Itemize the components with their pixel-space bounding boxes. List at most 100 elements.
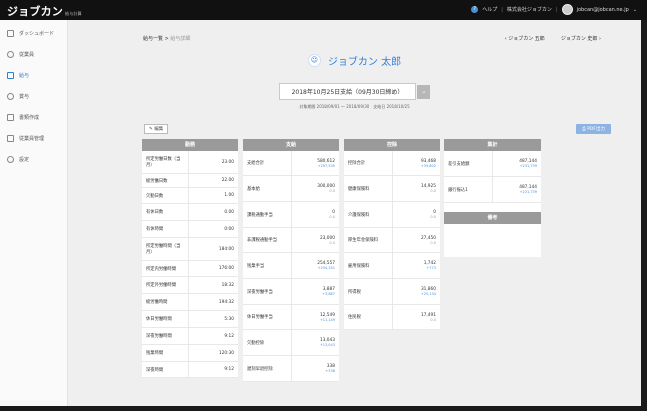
app-logo[interactable]: ジョブカン 給与計算 — [7, 3, 82, 19]
table-row: 健康保険料 14,925 0.0 — [344, 176, 440, 202]
row-value: 254,557 +254,251 — [292, 253, 339, 278]
sidebar-item-label: 賞与 — [19, 94, 30, 100]
row-value: 0:00 — [224, 226, 234, 232]
user-email[interactable]: jobcan@jobcan.ne.jp — [577, 7, 629, 13]
payment-section: 支給 支給合計 580,612 +297,535 基本給 300,000 0.0 課税通… — [243, 139, 339, 382]
logo-text: ジョブカン — [7, 5, 63, 18]
row-value: 0 0.0 — [393, 202, 440, 227]
row-label: 非課税通勤手当 — [243, 228, 292, 252]
row-label: 住民税 — [344, 305, 393, 329]
employee-nav: ‹ ジョブカン 五郎 ジョブカン 史郎 › — [505, 35, 601, 42]
chevron-down-icon[interactable]: ⌄ — [633, 7, 637, 13]
sidebar-item-salary[interactable]: 給与 — [0, 65, 67, 86]
sidebar-item-label: 従業員管理 — [19, 136, 45, 142]
next-employee-link[interactable]: ジョブカン 史郎 › — [561, 35, 601, 42]
row-value: 17,491 0.0 — [393, 305, 440, 329]
table-row: 控除合計 93,468 +35,802 — [344, 151, 440, 176]
help-icon[interactable]: ? — [471, 6, 479, 13]
row-label: 休日労働手当 — [243, 305, 292, 329]
table-row: 非課税通勤手当 23,000 0.0 — [243, 228, 339, 253]
gear-icon — [7, 156, 14, 163]
row-diff: +773 — [426, 266, 436, 270]
row-label: 厚生年金保険料 — [344, 228, 393, 252]
row-value: 3,887 +3,887 — [292, 279, 339, 304]
sidebar-item-employees[interactable]: 従業員 — [0, 44, 67, 65]
table-row: 基本給 300,000 0.0 — [243, 176, 339, 202]
table-row: 課税通勤手当 0 0.0 — [243, 202, 339, 228]
sidebar-item-dashboard[interactable]: ダッシュボード — [0, 23, 67, 44]
company-name[interactable]: 株式会社ジョブカン — [507, 6, 552, 13]
row-value: 338 +338 — [292, 356, 339, 381]
employee-header: ☺ ジョブカン 太郎 — [68, 53, 641, 68]
row-value: 1.00 — [224, 193, 234, 198]
pdf-export-button[interactable]: ⎙ PDF出力 — [576, 124, 611, 134]
row-label: 休日労働時間 — [142, 311, 189, 327]
row-label: 雇用保険料 — [344, 253, 393, 278]
row-value: 0 0.0 — [292, 202, 339, 227]
sidebar-item-label: 給与 — [19, 73, 30, 79]
row-value: 176:00 — [218, 266, 234, 271]
row-label: 欠勤控除 — [243, 330, 292, 355]
row-label: 総労働時間 — [142, 294, 189, 310]
row-value: 9:12 — [224, 333, 234, 339]
section-title: 集計 — [444, 139, 541, 151]
row-diff: +338 — [325, 369, 335, 373]
section-title: 控除 — [344, 139, 440, 151]
table-row: 所定内労働時間 176:00 — [142, 261, 238, 277]
main-content: 給与一覧 > 給与詳細 ‹ ジョブカン 五郎 ジョブカン 史郎 › ☺ ジョブカ… — [68, 20, 641, 411]
help-link[interactable]: ヘルプ — [482, 6, 497, 13]
row-value: 184:00 — [218, 246, 234, 252]
row-label: 基本給 — [243, 176, 292, 201]
remarks-title: 備考 — [444, 212, 541, 224]
prev-employee-link[interactable]: ‹ ジョブカン 五郎 — [505, 35, 545, 42]
row-diff: +35,802 — [420, 163, 436, 168]
chevron-down-icon[interactable]: ⌄ — [417, 84, 431, 99]
document-icon — [7, 72, 14, 79]
table-row: 銀行振込1 487,144 +231,739 — [444, 177, 541, 203]
sidebar-item-settings[interactable]: 設定 — [0, 149, 67, 170]
person-icon — [7, 51, 14, 58]
table-row: 欠勤日数 1.00 — [142, 188, 238, 204]
row-value: 120:30 — [218, 350, 234, 356]
section-title: 勤務 — [142, 139, 238, 151]
table-row: 深夜労働手当 3,887 +3,887 — [243, 279, 339, 305]
edit-button[interactable]: ✎ 編集 — [144, 124, 169, 134]
table-row: 深夜労働時間 9:12 — [142, 328, 238, 345]
sidebar-item-documents[interactable]: 書類作成 — [0, 107, 67, 128]
table-row: 介護保険料 0 0.0 — [344, 202, 440, 228]
row-value: 9:12 — [224, 367, 234, 372]
row-label: 課税通勤手当 — [243, 202, 292, 227]
sidebar: ダッシュボード 従業員 給与 賞与 書類作成 従業員管理 設定 — [0, 20, 68, 411]
table-row: 残業手当 254,557 +254,251 — [243, 253, 339, 279]
totals-section: 集計 差引支給額 487,144 +231,739 銀行振込1 487,144 +231… — [444, 139, 541, 257]
table-row: 有休日数 0.00 — [142, 204, 238, 221]
row-value: 27,450 0.0 — [393, 228, 440, 252]
row-diff: 0.0 — [430, 189, 436, 193]
row-label: 所定内労働時間 — [142, 261, 189, 276]
avatar[interactable] — [561, 4, 573, 15]
row-value: 23,000 0.0 — [292, 228, 339, 252]
table-row: 所定外労働時間 18:32 — [142, 277, 238, 294]
row-value: 194:32 — [218, 299, 234, 305]
table-row: 深夜時間 9:12 — [142, 362, 238, 378]
table-row: 総労働日数 22.00 — [142, 174, 238, 188]
row-value: 5:30 — [224, 316, 234, 322]
row-value: 13,043 +13,043 — [292, 330, 339, 355]
header-right: ? ヘルプ | 株式会社ジョブカン | jobcan@jobcan.ne.jp … — [471, 4, 637, 15]
breadcrumb: 給与一覧 > 給与詳細 — [143, 35, 190, 42]
breadcrumb-link[interactable]: 給与一覧 — [143, 36, 163, 42]
row-value: 580,612 +297,535 — [292, 151, 339, 175]
row-value: 12,549 +11,149 — [292, 305, 339, 329]
row-diff: +231,739 — [519, 190, 537, 194]
row-value: 0.00 — [224, 209, 234, 215]
sidebar-item-employee-management[interactable]: 従業員管理 — [0, 128, 67, 149]
payday-select[interactable]: 2018年10月25日支給（09月30日締め） — [278, 83, 417, 100]
remarks-body — [444, 224, 541, 257]
edit-icon — [7, 114, 14, 121]
row-diff: +297,535 — [317, 163, 335, 168]
row-diff: +13,043 — [319, 343, 335, 347]
sidebar-item-label: 設定 — [19, 157, 30, 163]
table-row: 欠勤控除 13,043 +13,043 — [243, 330, 339, 356]
row-label: 支給合計 — [243, 151, 292, 175]
sidebar-item-bonus[interactable]: 賞与 — [0, 86, 67, 107]
